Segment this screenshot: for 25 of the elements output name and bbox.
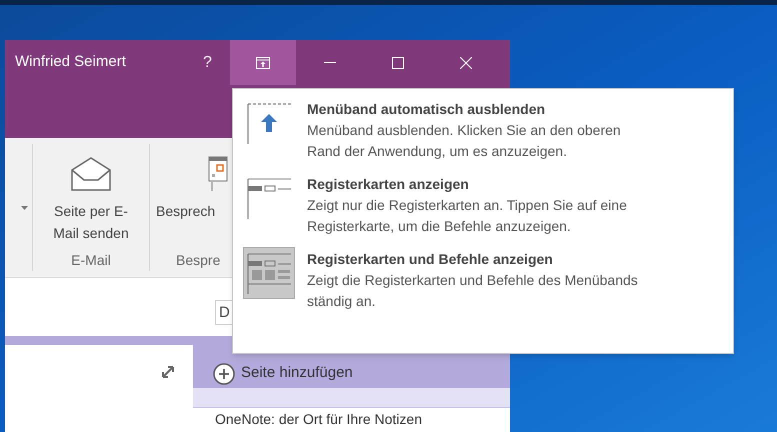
ribbon-display-options-button[interactable] [230,40,296,85]
menu-item-description: Zeigt nur die Registerkarten an. Tippen Sie auf eine Registerkarte, um die Befehle anzuzeigen. [307,196,628,236]
group-label: E-Mail [71,251,111,270]
ribbon-button[interactable]: Seite per E-Mail senden [33,144,149,248]
user-name[interactable]: Winfried Seimert [15,51,185,74]
page-list-item[interactable]: OneNote: der Ort für Ihre Notizen [193,408,510,427]
plus-circle-icon [213,362,235,384]
menu-item[interactable]: Registerkarten anzeigen Zeigt nur die Registerkarten an. Tippen Sie auf eine Registerkarte, um die Befehle anzuzeigen. [233,172,733,237]
expand-icon [161,365,175,379]
minimize-icon [324,62,336,63]
menu-item-description: Menüband ausblenden. Klicken Sie an den oberen Rand der Anwendung, um es anzuzeigen. [307,121,622,161]
menu-item-title: Menüband automatisch ausblenden [307,100,546,119]
close-icon [460,56,472,68]
help-button[interactable]: ? [185,40,230,85]
calendar-icon [208,156,228,192]
envelope-icon [70,156,112,192]
ribbon-display-icon [256,56,270,68]
menu-item[interactable]: Menüband automatisch ausblenden Menüband ausblenden. Klicken Sie an den oberen Rand der Anwendung, um es anzuzeigen. [233,97,733,162]
menu-item[interactable]: Registerkarten und Befehle anzeigen Zeigt die Registerkarten und Befehle des Menübands ständig an. [233,247,733,312]
menu-item-title: Registerkarten und Befehle anzeigen [307,250,554,269]
dropdown-caret-icon [21,206,28,210]
menu-item-description: Zeigt die Registerkarten und Befehle des Menübands ständig an. [307,271,639,311]
maximize-icon [392,56,404,68]
menu-item-title: Registerkarten anzeigen [307,175,470,194]
group-label: Bespre [175,251,220,270]
